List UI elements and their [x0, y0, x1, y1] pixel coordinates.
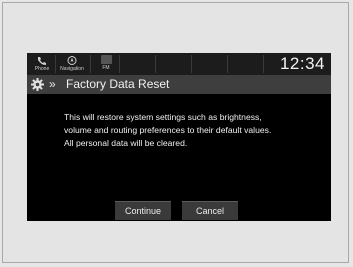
- message-line: All personal data will be cleared.: [64, 138, 188, 148]
- status-divider: [191, 55, 192, 73]
- status-divider: [119, 55, 120, 73]
- fm-shortcut-label: FM: [102, 65, 110, 71]
- message-line: volume and routing preferences to their …: [64, 125, 272, 135]
- gear-icon: [31, 78, 44, 91]
- breadcrumb-separator: »: [49, 77, 56, 91]
- clock: 12:34: [279, 54, 325, 73]
- phone-shortcut-label: Phone: [34, 66, 50, 72]
- status-divider: [227, 55, 228, 73]
- phone-icon: [38, 57, 46, 65]
- radio-icon: [100, 55, 112, 64]
- navigation-icon: [67, 56, 77, 65]
- status-divider: [90, 55, 91, 73]
- status-divider: [155, 55, 156, 73]
- message-line: This will restore system settings such a…: [64, 112, 262, 122]
- infotainment-screen: Phone Navigation FM 12:34 » Factory Data…: [27, 53, 331, 221]
- navigation-shortcut-label: Navigation: [60, 66, 84, 72]
- status-bar: Phone Navigation FM 12:34: [27, 53, 331, 75]
- cancel-button[interactable]: Cancel: [182, 201, 238, 220]
- phone-shortcut[interactable]: Phone: [31, 53, 53, 75]
- status-divider: [263, 55, 264, 73]
- navigation-shortcut[interactable]: Navigation: [58, 53, 86, 75]
- page-title: Factory Data Reset: [66, 77, 170, 91]
- continue-button[interactable]: Continue: [115, 201, 171, 220]
- status-divider: [55, 55, 56, 73]
- fm-shortcut[interactable]: FM: [99, 53, 113, 75]
- title-bar: » Factory Data Reset: [27, 75, 331, 94]
- figure-frame: Phone Navigation FM 12:34 » Factory Data…: [2, 2, 349, 263]
- reset-message: This will restore system settings such a…: [64, 111, 326, 150]
